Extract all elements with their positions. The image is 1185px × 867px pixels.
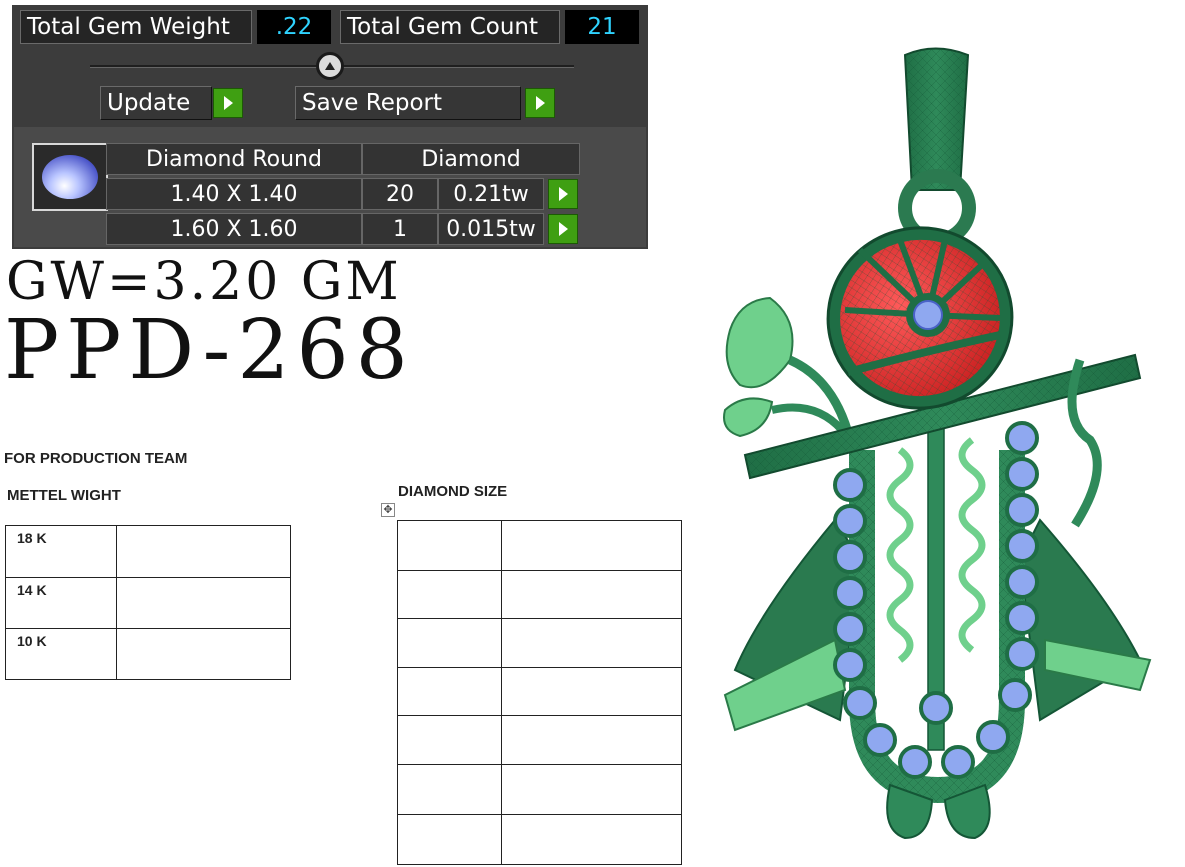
total-gem-weight-value: .22: [257, 10, 331, 44]
row-go-icon[interactable]: [548, 214, 578, 244]
metal-weight-cell[interactable]: [116, 628, 291, 680]
metal-weight-table: 18 K 14 K 10 K: [5, 525, 291, 680]
karat-cell: 10 K: [5, 628, 117, 680]
diamond-value-cell[interactable]: [501, 520, 682, 571]
save-report-go-icon[interactable]: [525, 88, 555, 118]
total-gem-count-value: 21: [565, 10, 639, 44]
oval-diamond-icon: [42, 155, 98, 199]
total-gem-weight-label: Total Gem Weight: [20, 10, 252, 44]
diamond-value-cell[interactable]: [501, 764, 682, 815]
karat-cell: 14 K: [5, 577, 117, 629]
table-row: [397, 715, 682, 765]
diamond-value-cell[interactable]: [501, 570, 682, 619]
table-row: [397, 618, 682, 668]
diamond-size-heading: DIAMOND SIZE: [398, 483, 508, 500]
update-button[interactable]: Update: [100, 86, 212, 120]
karat-cell: 18 K: [5, 525, 117, 578]
diamond-size-cell[interactable]: [397, 667, 502, 716]
table-row: [397, 764, 682, 815]
table-row-size: 1.60 X 1.60: [106, 213, 362, 245]
diamond-value-cell[interactable]: [501, 814, 682, 865]
production-team-heading: FOR PRODUCTION TEAM: [4, 450, 188, 467]
table-row: [397, 570, 682, 619]
table-row: 14 K: [5, 577, 291, 629]
gem-report-panel: Total Gem Weight .22 Total Gem Count 21 …: [12, 5, 648, 249]
diamond-size-cell[interactable]: [397, 570, 502, 619]
diamond-size-cell[interactable]: [397, 814, 502, 865]
diamond-size-cell[interactable]: [397, 764, 502, 815]
total-gem-count-label: Total Gem Count: [340, 10, 560, 44]
pendant-render-image: [723, 47, 1152, 840]
gem-thumbnail[interactable]: [32, 143, 108, 211]
table-row-count: 20: [362, 178, 438, 210]
table-row: 18 K: [5, 525, 291, 578]
table-header-material: Diamond: [362, 143, 580, 175]
diamond-value-cell[interactable]: [501, 667, 682, 716]
table-row: 10 K: [5, 628, 291, 680]
table-row-count: 1: [362, 213, 438, 245]
metal-weight-cell[interactable]: [116, 525, 291, 578]
save-report-button[interactable]: Save Report: [295, 86, 521, 120]
diamond-size-table: [397, 520, 682, 865]
update-go-icon[interactable]: [213, 88, 243, 118]
table-row: [397, 667, 682, 716]
table-header-shape: Diamond Round: [106, 143, 362, 175]
diamond-value-cell[interactable]: [501, 618, 682, 668]
table-row: [397, 520, 682, 571]
gem-slider-knob[interactable]: [316, 52, 344, 80]
diamond-size-cell[interactable]: [397, 520, 502, 571]
table-row: [397, 814, 682, 865]
table-row-weight: 0.21tw: [438, 178, 544, 210]
table-row-weight: 0.015tw: [438, 213, 544, 245]
row-go-icon[interactable]: [548, 179, 578, 209]
bail-shape: [898, 47, 976, 247]
table-row-size: 1.40 X 1.40: [106, 178, 362, 210]
gem-table: Diamond Round Diamond 1.40 X 1.40 20 0.2…: [14, 127, 646, 247]
metal-weight-cell[interactable]: [116, 577, 291, 629]
diamond-value-cell[interactable]: [501, 715, 682, 765]
metal-weight-heading: METTEL WIGHT: [7, 487, 121, 504]
diamond-size-cell[interactable]: [397, 618, 502, 668]
product-code: PPD-268: [4, 303, 415, 398]
table-move-handle-icon[interactable]: ✥: [381, 503, 395, 517]
diamond-size-cell[interactable]: [397, 715, 502, 765]
